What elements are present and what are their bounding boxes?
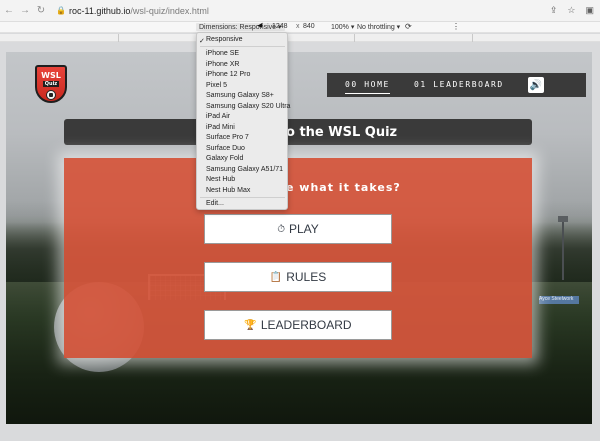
url-text[interactable]: roc-11.github.io/wsl-quiz/index.html: [69, 6, 209, 16]
dropdown-divider: [200, 46, 285, 47]
football-icon: [46, 90, 56, 100]
browser-address-bar: ← → ↻ 🔒 roc-11.github.io/wsl-quiz/index.…: [0, 0, 600, 22]
extension-icon[interactable]: ▣: [585, 5, 594, 16]
dropdown-item-iphone-se[interactable]: iPhone SE: [206, 50, 239, 57]
trophy-icon: 🏆: [244, 319, 257, 331]
browser-actions: ⇪ ☆ ▣: [550, 5, 594, 16]
stopwatch-icon: ⏱: [277, 223, 285, 235]
dropdown-item-surface-duo[interactable]: Surface Duo: [206, 145, 245, 152]
background-board: Ayce Steelwork: [539, 296, 579, 304]
clipboard-icon: 📋: [269, 271, 283, 283]
throttling-select[interactable]: No throttling ▾: [357, 23, 400, 31]
leaderboard-button-label: LEADERBOARD: [260, 318, 352, 332]
dropdown-item-iphone-xr[interactable]: iPhone XR: [206, 61, 239, 68]
dropdown-item-responsive[interactable]: Responsive: [206, 36, 243, 43]
nav-home-link[interactable]: 00 HOME: [345, 80, 390, 94]
logo-wsl-text: WSL: [41, 71, 61, 80]
dropdown-item-galaxy-fold[interactable]: Galaxy Fold: [206, 155, 243, 162]
dropdown-divider: [200, 197, 285, 198]
logo-shield: WSL Quiz: [35, 65, 67, 103]
zoom-select[interactable]: 100% ▾: [331, 23, 354, 31]
page-title: o the WSL Quiz: [286, 125, 398, 140]
reload-icon[interactable]: ↻: [34, 5, 48, 16]
dropdown-item-galaxy-s8[interactable]: Samsung Galaxy S8+: [206, 92, 274, 99]
nav-leaderboard-link[interactable]: 01 LEADERBOARD: [414, 80, 504, 89]
page-viewport: Ayce Steelwork WSL Quiz 00 HOME 01 LEADE…: [6, 52, 592, 424]
dropdown-item-surface-pro-7[interactable]: Surface Pro 7: [206, 134, 249, 141]
height-input[interactable]: 840: [303, 23, 315, 30]
page-title-bar: o the WSL Quiz: [64, 119, 532, 145]
dropdown-item-ipad-mini[interactable]: iPad Mini: [206, 124, 235, 131]
rotate-icon[interactable]: ⟳: [405, 22, 412, 31]
dropdown-item-iphone-12-pro[interactable]: iPhone 12 Pro: [206, 71, 250, 78]
play-button-label: PLAY: [289, 222, 319, 236]
dropdown-item-galaxy-s20[interactable]: Samsung Galaxy S20 Ultra: [206, 103, 290, 110]
back-arrow-icon[interactable]: ←: [2, 5, 16, 16]
rules-button[interactable]: 📋 RULES: [204, 262, 392, 292]
dropdown-item-pixel-5[interactable]: Pixel 5: [206, 82, 227, 89]
more-options-icon[interactable]: ⋮: [452, 22, 460, 31]
device-toolbar: Dimensions: Responsive ▾ 1248 x 840 100%…: [0, 22, 600, 33]
leaderboard-button[interactable]: 🏆 LEADERBOARD: [204, 310, 392, 340]
width-input[interactable]: 1248: [272, 23, 288, 30]
main-nav: 00 HOME 01 LEADERBOARD 🔊: [327, 73, 586, 97]
logo-quiz-text: Quiz: [42, 81, 60, 87]
dimension-separator: x: [296, 23, 300, 30]
url-host: roc-11.github.io: [69, 5, 131, 16]
dropdown-item-ipad-air[interactable]: iPad Air: [206, 113, 230, 120]
lock-icon[interactable]: 🔒: [56, 6, 66, 15]
dropdown-item-edit[interactable]: Edit...: [206, 200, 224, 207]
dropdown-item-nest-hub[interactable]: Nest Hub: [206, 176, 235, 183]
share-icon[interactable]: ⇪: [550, 5, 558, 16]
checkmark-icon: ✓: [199, 38, 205, 45]
rules-button-label: RULES: [286, 270, 327, 284]
star-icon[interactable]: ☆: [567, 5, 575, 16]
speaker-icon[interactable]: 🔊: [528, 77, 544, 93]
forward-arrow-icon[interactable]: →: [18, 5, 32, 16]
background-floodlight: [558, 216, 568, 280]
dropdown-item-galaxy-a51[interactable]: Samsung Galaxy A51/71: [206, 166, 283, 173]
play-button[interactable]: ⏱ PLAY: [204, 214, 392, 244]
wsl-logo[interactable]: WSL Quiz: [35, 65, 67, 103]
tagline: e what it takes?: [286, 181, 401, 194]
url-path: /wsl-quiz/index.html: [130, 5, 209, 16]
dimensions-dropdown-menu: ✓ Responsive iPhone SE iPhone XR iPhone …: [196, 32, 290, 210]
dropdown-item-nest-hub-max[interactable]: Nest Hub Max: [206, 187, 250, 194]
ruler: [0, 34, 600, 42]
